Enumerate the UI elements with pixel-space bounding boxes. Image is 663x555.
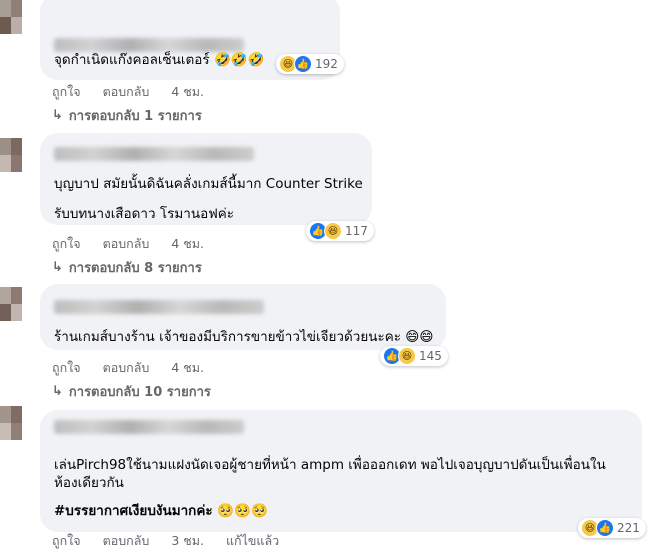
like-button[interactable]: ถูกใจ <box>52 82 81 102</box>
comment-text: จุดกำเนิดแก๊งคอลเซ็นเตอร์ 🤣🤣🤣 <box>54 52 265 68</box>
comment-actions: ถูกใจ ตอบกลับ 4 ชม. <box>52 234 204 254</box>
reaction-count: 221 <box>617 521 640 535</box>
replies-label: การตอบกลับ 10 รายการ <box>68 385 211 400</box>
timestamp[interactable]: 3 ชม. <box>171 531 204 551</box>
comment-bubble: ร้านเกมส์บางร้าน เจ้าของมีบริการขายข้าวไ… <box>40 284 446 350</box>
comment-bubble: เล่นPirch98ใช้นามแฝงนัดเจอผู้ชายที่หน้า … <box>40 410 642 532</box>
haha-reaction-icon: 😆 <box>398 347 416 365</box>
reaction-count: 145 <box>419 349 442 363</box>
reply-arrow-icon: ↳ <box>52 384 63 399</box>
view-replies-link[interactable]: ↳ การตอบกลับ 8 รายการ <box>52 257 202 278</box>
author-name-blurred[interactable] <box>54 38 244 52</box>
reaction-summary[interactable]: 😆 👍 221 <box>578 518 646 538</box>
view-replies-link[interactable]: ↳ การตอบกลับ 1 รายการ <box>52 105 202 126</box>
author-name-blurred[interactable] <box>54 300 264 314</box>
comment-actions: ถูกใจ ตอบกลับ 4 ชม. <box>52 358 204 378</box>
comment-text: เล่นPirch98ใช้นามแฝงนัดเจอผู้ชายที่หน้า … <box>54 457 606 473</box>
comment-text: ห้องเดียวกัน <box>54 475 124 491</box>
reaction-summary[interactable]: 👍 😆 145 <box>380 346 448 366</box>
edited-label: แก้ไขแล้ว <box>225 533 280 548</box>
timestamp[interactable]: 4 ชม. <box>171 358 204 378</box>
replies-label: การตอบกลับ 8 รายการ <box>68 261 202 276</box>
view-replies-link[interactable]: ↳ การตอบกลับ 10 รายการ <box>52 381 211 402</box>
like-button[interactable]: ถูกใจ <box>52 358 81 378</box>
avatar[interactable] <box>0 287 22 321</box>
comment-text: รับบทนางเสือดาว โรมานอฟค่ะ <box>54 206 235 222</box>
reply-button[interactable]: ตอบกลับ <box>103 234 150 254</box>
replies-label: การตอบกลับ 1 รายการ <box>68 109 202 124</box>
avatar[interactable] <box>0 0 22 34</box>
comment-bubble: บุญบาป สมัยนั้นดิฉันคลั่งเกมส์นี้มาก Cou… <box>40 133 372 225</box>
timestamp[interactable]: 4 ชม. <box>171 234 204 254</box>
comment-text: #บรรยากาศเงียบงันมากค่ะ 🥺🥺🥺 <box>54 503 268 519</box>
avatar[interactable] <box>0 406 22 440</box>
timestamp[interactable]: 4 ชม. <box>171 82 204 102</box>
comment-actions: ถูกใจ ตอบกลับ 3 ชม. แก้ไขแล้ว <box>52 531 279 551</box>
reply-button[interactable]: ตอบกลับ <box>103 358 150 378</box>
like-reaction-icon: 👍 <box>596 519 614 537</box>
author-name-blurred[interactable] <box>54 420 244 434</box>
comment-text: บุญบาป สมัยนั้นดิฉันคลั่งเกมส์นี้มาก Cou… <box>54 176 363 192</box>
like-button[interactable]: ถูกใจ <box>52 234 81 254</box>
comment-actions: ถูกใจ ตอบกลับ 4 ชม. <box>52 82 204 102</box>
reply-arrow-icon: ↳ <box>52 108 63 123</box>
reaction-count: 117 <box>345 224 368 238</box>
reply-arrow-icon: ↳ <box>52 260 63 275</box>
like-reaction-icon: 👍 <box>294 55 312 73</box>
reaction-summary[interactable]: 😆 👍 192 <box>276 54 344 74</box>
reaction-summary[interactable]: 👍 😆 117 <box>306 221 374 241</box>
author-name-blurred[interactable] <box>54 147 254 161</box>
reaction-count: 192 <box>315 57 338 71</box>
avatar[interactable] <box>0 138 22 172</box>
reply-button[interactable]: ตอบกลับ <box>103 531 150 551</box>
reply-button[interactable]: ตอบกลับ <box>103 82 150 102</box>
like-button[interactable]: ถูกใจ <box>52 531 81 551</box>
comment-text: ร้านเกมส์บางร้าน เจ้าของมีบริการขายข้าวไ… <box>54 329 434 345</box>
haha-reaction-icon: 😆 <box>324 222 342 240</box>
